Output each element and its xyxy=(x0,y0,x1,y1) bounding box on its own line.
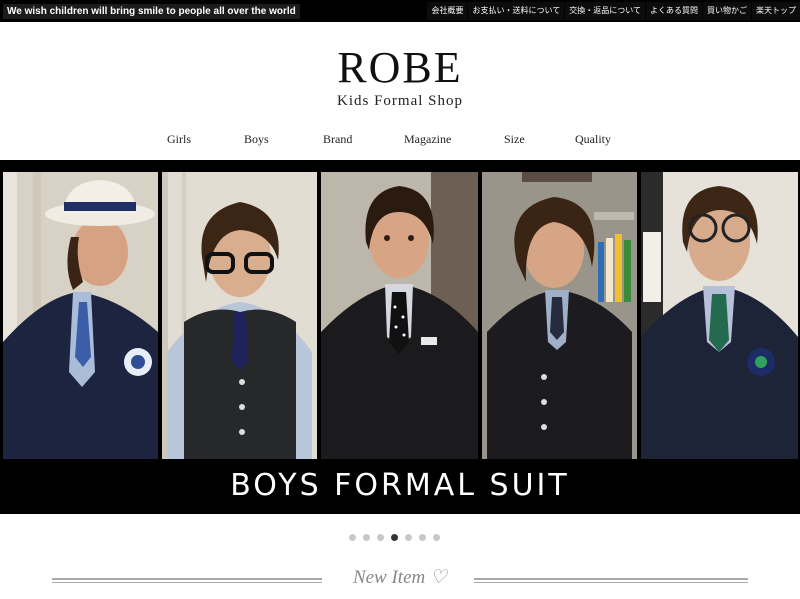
slider-dot[interactable] xyxy=(433,534,440,541)
slider-dot[interactable] xyxy=(405,534,412,541)
main-nav: Girls Boys Brand Magazine Size Quality xyxy=(140,132,660,148)
banner-photo-3 xyxy=(321,172,478,459)
faq-link[interactable]: よくある質問 xyxy=(646,2,702,20)
banner-photo-1 xyxy=(3,172,158,459)
banner-photo-5 xyxy=(641,172,798,459)
section-divider-left xyxy=(52,578,322,583)
payment-shipping-link[interactable]: お支払い・送料について xyxy=(468,2,565,20)
nav-item-size[interactable]: Size xyxy=(504,132,525,147)
boy-round-glasses-illustration xyxy=(641,172,798,459)
exchange-return-link[interactable]: 交換・返品について xyxy=(565,2,645,20)
hero-banner[interactable]: BOYS FORMAL SUIT xyxy=(0,160,800,514)
slider-dot[interactable] xyxy=(377,534,384,541)
tagline: We wish children will bring smile to peo… xyxy=(3,4,300,19)
site-logo[interactable]: ROBE Kids Formal Shop xyxy=(300,44,500,110)
boy-dark-suit-illustration xyxy=(321,172,478,459)
heart-icon: ♡ xyxy=(430,567,448,588)
nav-item-brand[interactable]: Brand xyxy=(323,132,352,147)
slider-dots xyxy=(349,534,447,542)
cart-link[interactable]: 買い物かご xyxy=(703,2,751,20)
slider-dot-active[interactable] xyxy=(391,534,398,541)
nav-item-girls[interactable]: Girls xyxy=(167,132,191,147)
nav-item-quality[interactable]: Quality xyxy=(575,132,611,147)
utility-links: 会社概要 お支払い・送料について 交換・返品について よくある質問 買い物かご … xyxy=(426,2,800,20)
slider-dot[interactable] xyxy=(419,534,426,541)
logo-title: ROBE xyxy=(337,43,463,92)
section-title: New Item ♡ xyxy=(330,566,470,589)
slider-dot[interactable] xyxy=(363,534,370,541)
boy-bookshelf-illustration xyxy=(482,172,637,459)
banner-photo-2 xyxy=(162,172,317,459)
logo-subtitle: Kids Formal Shop xyxy=(336,93,463,109)
rakuten-top-link[interactable]: 楽天トップ xyxy=(752,2,800,20)
section-title-text: New Item xyxy=(352,567,426,588)
nav-item-magazine[interactable]: Magazine xyxy=(404,132,451,147)
boy-with-hat-illustration xyxy=(3,172,158,459)
banner-caption: BOYS FORMAL SUIT xyxy=(230,468,570,503)
banner-photo-4 xyxy=(482,172,637,459)
top-bar: We wish children will bring smile to peo… xyxy=(0,0,800,22)
nav-item-boys[interactable]: Boys xyxy=(244,132,269,147)
boy-with-glasses-vest-illustration xyxy=(162,172,317,459)
slider-dot[interactable] xyxy=(349,534,356,541)
section-divider-right xyxy=(474,578,748,583)
company-info-link[interactable]: 会社概要 xyxy=(427,2,468,20)
